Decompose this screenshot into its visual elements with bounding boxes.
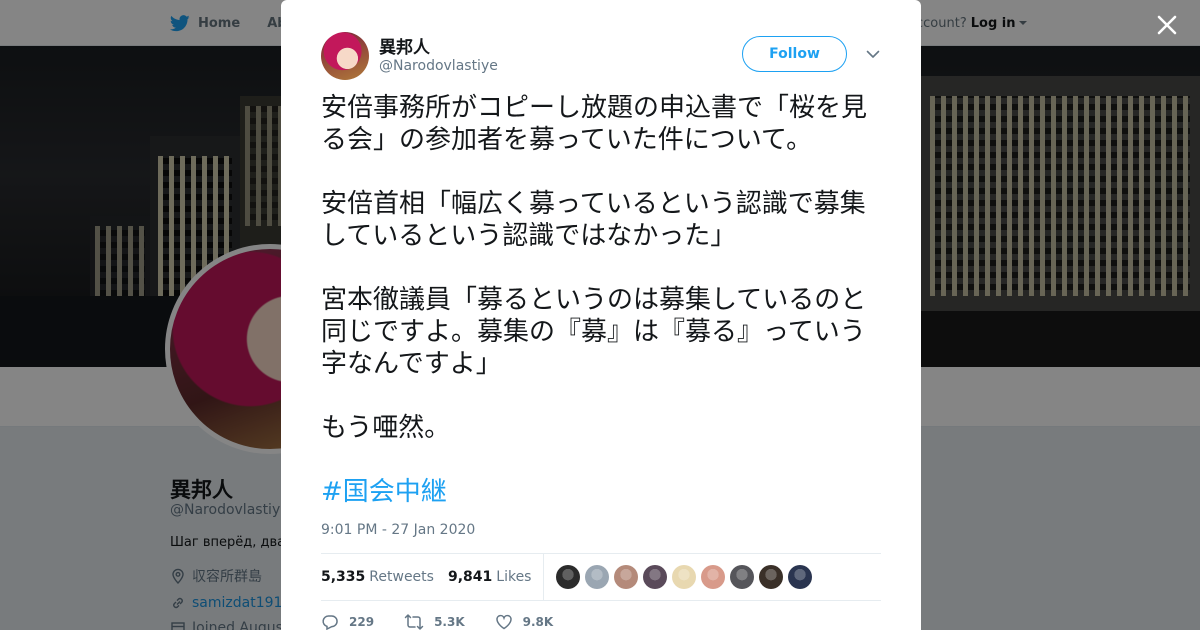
liker-avatar[interactable] <box>643 565 668 589</box>
retweet-icon <box>404 614 424 630</box>
author-avatar[interactable] <box>321 32 369 80</box>
retweet-count: 5.3K <box>434 615 465 629</box>
reply-icon <box>322 615 338 630</box>
retweets-label: Retweets <box>369 569 434 585</box>
reply-count: 229 <box>349 615 375 629</box>
likes-stat[interactable]: 9,841 Likes <box>448 569 532 585</box>
liker-avatar[interactable] <box>556 565 581 589</box>
reply-button[interactable]: 229 <box>321 613 374 630</box>
liker-avatar[interactable] <box>759 565 784 589</box>
stats-divider <box>543 554 545 600</box>
liker-avatar[interactable] <box>701 565 726 589</box>
follow-button[interactable]: Follow <box>742 36 847 72</box>
like-button[interactable]: 9.8K <box>495 613 554 630</box>
likes-label: Likes <box>496 569 532 585</box>
tweet-text: 安倍事務所がコピーし放題の申込書で「桜を見る会」の参加者を募っていた件について。… <box>321 93 868 443</box>
likers-avatars <box>556 565 817 589</box>
likes-count: 9,841 <box>447 569 493 585</box>
liker-avatar[interactable] <box>614 565 639 589</box>
chevron-down-icon[interactable] <box>865 46 881 62</box>
like-count: 9.8K <box>522 615 554 629</box>
liker-avatar[interactable] <box>672 565 697 589</box>
author-name[interactable]: 異邦人 <box>379 33 430 58</box>
tweet-modal: 異邦人 @Narodovlastiye Follow 安倍事務所がコピーし放題の… <box>281 0 921 630</box>
heart-icon <box>495 614 512 630</box>
author-handle[interactable]: @Narodovlastiye <box>379 58 498 74</box>
liker-avatar[interactable] <box>585 565 610 589</box>
retweets-stat[interactable]: 5,335 Retweets <box>321 569 434 585</box>
tweet-stats: 5,335 Retweets 9,841 Likes <box>321 553 881 601</box>
liker-avatar[interactable] <box>788 565 813 589</box>
tweet-timestamp[interactable]: 9:01 PM - 27 Jan 2020 <box>321 522 475 538</box>
close-icon[interactable] <box>1154 12 1180 38</box>
liker-avatar[interactable] <box>730 565 755 589</box>
retweets-count: 5,335 <box>321 569 366 585</box>
tweet-hashtag[interactable]: #国会中継 <box>321 476 447 508</box>
tweet-actions: 229 5.3K 9.8K <box>321 610 881 630</box>
retweet-button[interactable]: 5.3K <box>404 613 465 630</box>
